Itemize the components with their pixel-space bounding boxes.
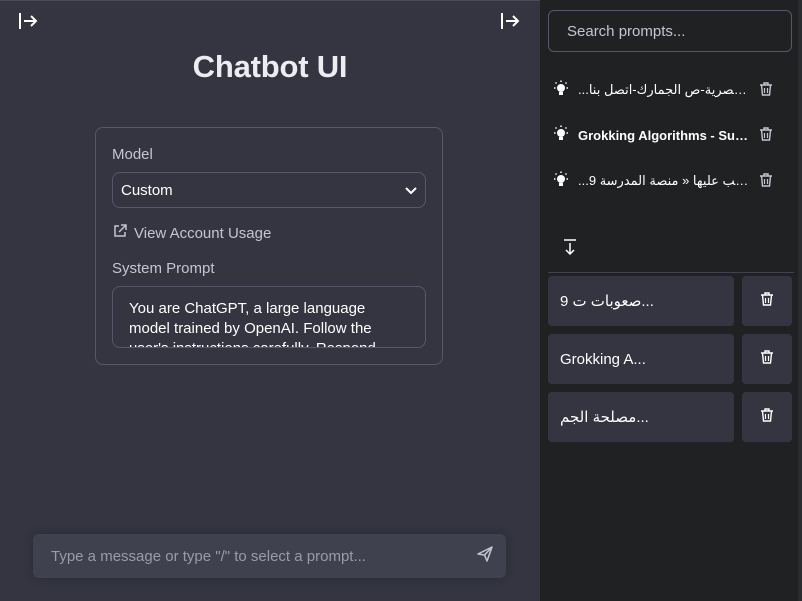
trash-icon [759, 407, 775, 428]
close-right-sidebar-icon[interactable] [499, 10, 521, 32]
delete-folder-button[interactable] [742, 334, 792, 384]
trash-icon [759, 349, 775, 370]
open-left-sidebar-icon[interactable] [17, 10, 39, 32]
folder-item[interactable]: مصلحة الجم... [548, 392, 734, 442]
prompt-item[interactable]: ...ارك المصرية-ص الجمارك-اتصل بنا [552, 76, 786, 104]
prompt-item[interactable]: Grokking Algorithms - Sum... [552, 121, 786, 149]
delete-folder-button[interactable] [742, 276, 792, 326]
folder-item-label: Grokking A... [560, 350, 646, 368]
view-account-usage-label: View Account Usage [134, 224, 272, 242]
external-link-icon [112, 223, 128, 243]
prompt-item-label: Grokking Algorithms - Sum... [578, 127, 750, 143]
main-panel: Chatbot UI Model Custom View Account Usa… [0, 0, 540, 601]
search-prompts-input[interactable] [565, 21, 775, 41]
model-select-value: Custom [121, 181, 173, 199]
search-prompts-box [548, 10, 792, 52]
system-prompt-label: System Prompt [112, 260, 215, 277]
folder-item-label: صعوبات ت 9... [560, 293, 654, 310]
sidebar-divider [548, 272, 794, 273]
trash-icon[interactable] [758, 81, 774, 100]
lightbulb-icon [552, 80, 570, 101]
lightbulb-icon [552, 125, 570, 146]
chat-input-bar [33, 534, 506, 578]
trash-icon[interactable] [758, 172, 774, 191]
prompt-item[interactable]: ...يفية التغلب عليها « منصة المدرسة 9 [552, 167, 786, 195]
model-label: Model [112, 146, 153, 163]
chat-settings-card: Model Custom View Account Usage System P… [95, 127, 443, 365]
chevron-down-icon [405, 182, 417, 199]
model-select[interactable]: Custom [112, 172, 426, 208]
sidebar-scrollbar[interactable] [798, 0, 802, 601]
send-icon[interactable] [476, 545, 494, 568]
prompt-item-label: ...ارك المصرية-ص الجمارك-اتصل بنا [578, 82, 750, 97]
page-title: Chatbot UI [192, 49, 348, 84]
lightbulb-icon [552, 171, 570, 192]
folder-item[interactable]: صعوبات ت 9... [548, 276, 734, 326]
trash-icon [759, 291, 775, 312]
prompt-item-label: ...يفية التغلب عليها « منصة المدرسة 9 [578, 173, 750, 188]
view-account-usage-link[interactable]: View Account Usage [112, 223, 271, 243]
delete-folder-button[interactable] [742, 392, 792, 442]
import-arrow-down-icon[interactable] [559, 236, 581, 258]
trash-icon[interactable] [758, 126, 774, 145]
folder-item-label: مصلحة الجم... [560, 409, 649, 426]
system-prompt-textarea[interactable]: You are ChatGPT, a large language model … [112, 286, 426, 348]
chat-input[interactable] [49, 546, 453, 566]
folder-item[interactable]: Grokking A... [548, 334, 734, 384]
